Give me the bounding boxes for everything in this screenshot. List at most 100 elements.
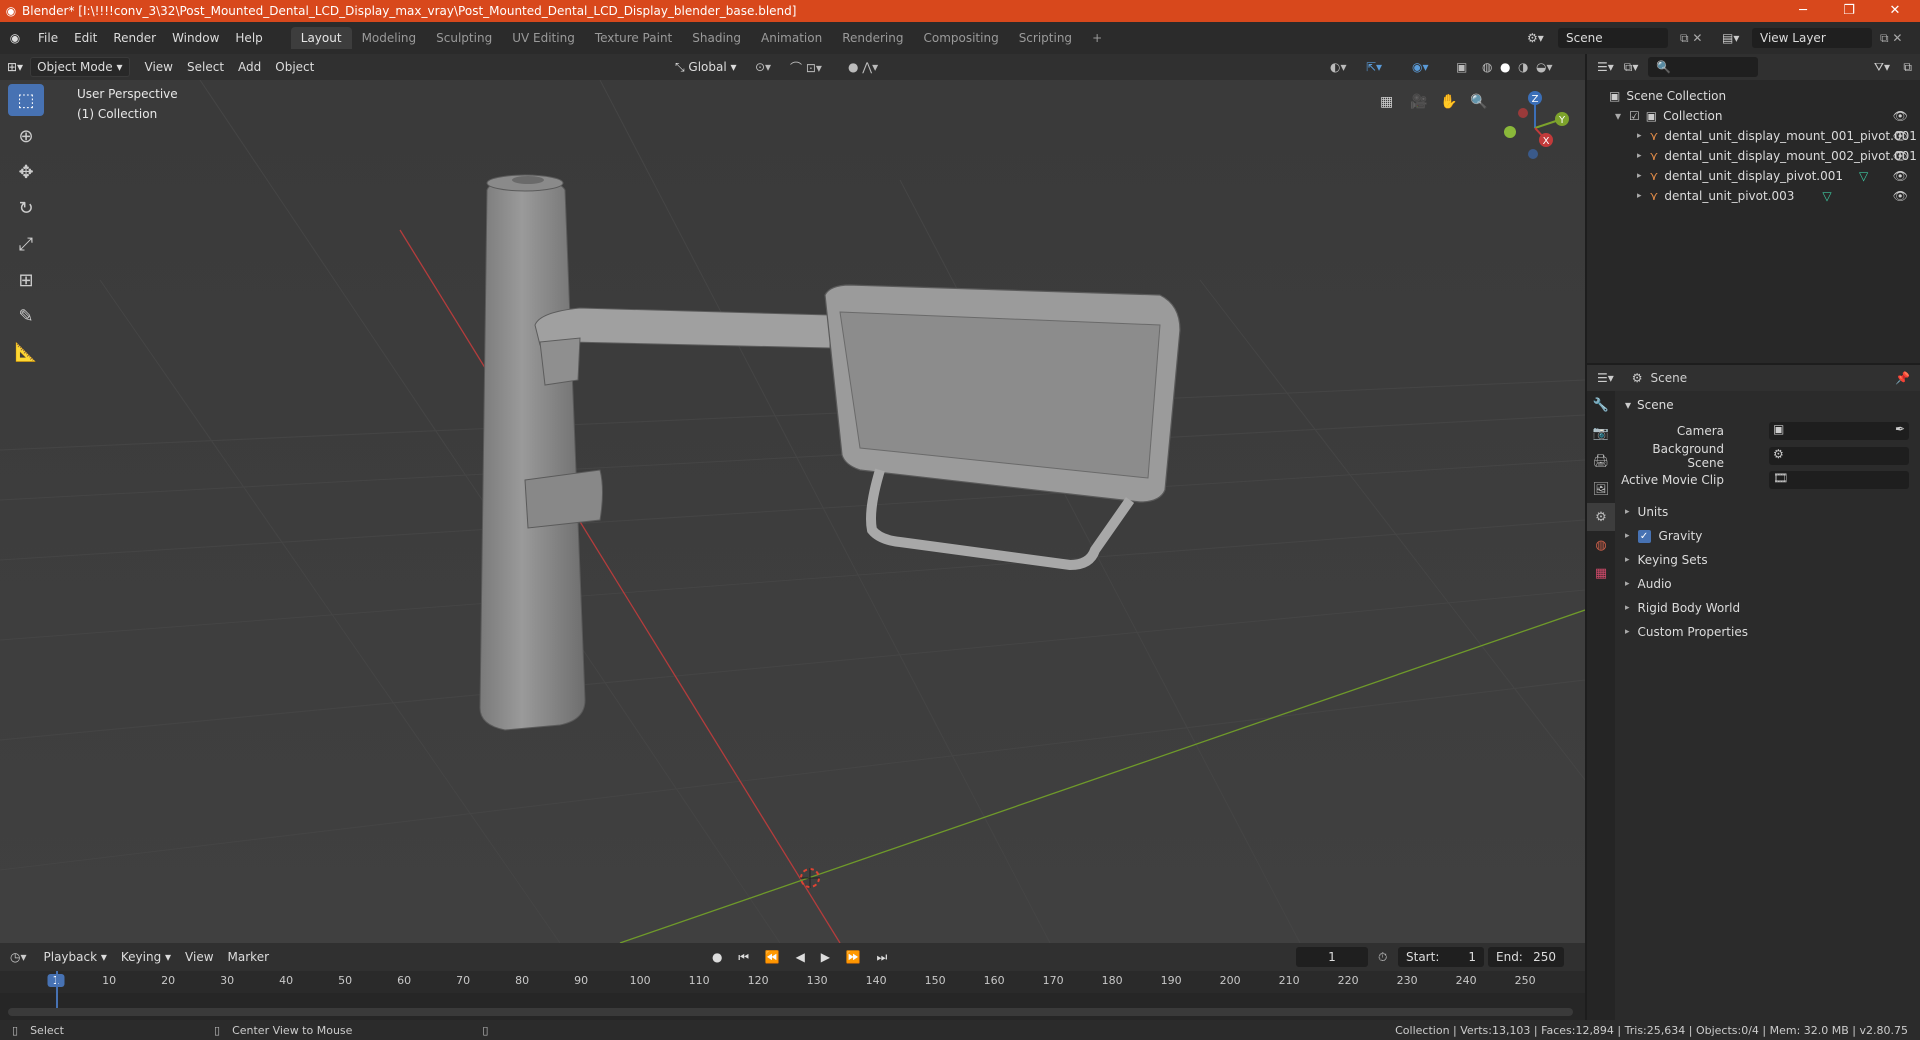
outliner-collection[interactable]: ▾ ☑ ▣ Collection 👁 [1587,106,1920,126]
eye-icon[interactable]: 👁 [1893,106,1908,126]
pivot-icon[interactable]: ⊙▾ [755,60,771,74]
menu-edit[interactable]: Edit [66,31,105,45]
transform-tool-icon[interactable]: ⊞ [8,264,44,296]
new-collection-icon[interactable]: ⧉ [1903,60,1912,75]
background-scene-field[interactable]: ⚙ [1769,447,1909,465]
eye-icon[interactable]: 👁 [1893,186,1908,206]
gravity-panel[interactable]: ▸ ✓ Gravity [1615,525,1920,547]
solid-shading-icon[interactable]: ● [1500,60,1510,74]
end-frame-field[interactable]: End: 250 [1488,947,1564,967]
tab-shading[interactable]: Shading [682,27,751,49]
outliner-item[interactable]: ▸ ⋎ dental_unit_display_mount_002_pivot.… [1587,146,1920,166]
outliner-item[interactable]: ▸ ⋎ dental_unit_pivot.003 ▽ 👁 [1587,186,1920,206]
display-mode-icon[interactable]: ⧉▾ [1624,60,1639,75]
view-layer-icon[interactable]: ▤▾ [1722,31,1739,45]
close-button[interactable]: ✕ [1872,0,1918,22]
camera-view-icon[interactable]: 🎥 [1410,94,1427,110]
zoom-icon[interactable]: 🔍 [1470,94,1487,110]
world-tab-icon[interactable]: ◍ [1587,531,1615,559]
tab-sculpting[interactable]: Sculpting [426,27,502,49]
view-layer-field[interactable]: View Layer [1752,28,1872,48]
expand-icon[interactable]: ▸ [1637,146,1642,166]
move-tool-icon[interactable]: ✥ [8,156,44,188]
menu-select[interactable]: Select [180,58,231,76]
clock-icon[interactable]: ⏱ [1378,950,1387,965]
texture-tab-icon[interactable]: ▦ [1587,559,1615,587]
timeline-editor-icon[interactable]: ◷▾ [10,950,27,964]
grid-view-icon[interactable]: ▦ [1380,94,1393,110]
outliner-scene-collection[interactable]: ▣ Scene Collection [1609,86,1920,106]
custom-properties-panel[interactable]: ▸ Custom Properties [1615,621,1920,643]
transform-orientation-dropdown[interactable]: ⤡ Global ▾ [668,58,744,77]
pan-hand-icon[interactable]: ✋ [1440,94,1457,110]
rendered-shading-icon[interactable]: ◒▾ [1536,60,1553,74]
tab-modeling[interactable]: Modeling [352,27,427,49]
expand-icon[interactable]: ▸ [1637,166,1642,186]
select-box-tool-icon[interactable]: ⬚ [8,84,44,116]
filter-icon[interactable]: ⛛▾ [1874,60,1890,75]
menu-marker[interactable]: Marker [221,948,276,966]
editor-type-icon[interactable]: ⊞▾ [0,58,30,76]
expand-icon[interactable]: ▾ [1615,106,1621,126]
menu-render[interactable]: Render [105,31,164,45]
gravity-checkbox[interactable]: ✓ [1637,529,1651,543]
audio-panel[interactable]: ▸ Audio [1615,573,1920,595]
tab-layout[interactable]: Layout [290,27,352,49]
eye-icon[interactable]: 👁 [1893,166,1908,186]
tab-texture-paint[interactable]: Texture Paint [585,27,682,49]
checkbox-icon[interactable]: ☑ [1629,106,1640,126]
keying-sets-panel[interactable]: ▸ Keying Sets [1615,549,1920,571]
start-frame-field[interactable]: Start: 1 [1398,947,1484,967]
material-shading-icon[interactable]: ◑ [1518,60,1528,74]
tab-scripting[interactable]: Scripting [1009,27,1082,49]
menu-timeline-view[interactable]: View [178,948,220,966]
visibility-icon[interactable]: ◐▾ [1330,60,1347,74]
menu-keying[interactable]: Keying ▾ [114,948,178,966]
tab-compositing[interactable]: Compositing [913,27,1008,49]
outliner-item[interactable]: ▸ ⋎ dental_unit_display_mount_001_pivot.… [1587,126,1920,146]
navigation-gizmo[interactable]: ▦ 🎥 ✋ 🔍 Z Y X [1380,88,1580,168]
active-movie-clip-field[interactable]: 🎞 [1769,471,1909,489]
scene-panel-header[interactable]: ▾ Scene [1615,394,1920,416]
units-panel[interactable]: ▸ Units [1615,501,1920,523]
menu-add[interactable]: Add [231,58,268,76]
frame-ruler[interactable]: 1102030405060708090100110120130140150160… [0,971,1585,993]
current-frame-field[interactable]: 1 [1296,947,1368,967]
timeline-scrollbar[interactable] [8,1008,1573,1016]
outliner-item[interactable]: ▸ ⋎ dental_unit_display_pivot.001 ▽ 👁 [1587,166,1920,186]
outliner-search-input[interactable]: 🔍 [1648,57,1759,77]
view-layer-tab-icon[interactable]: 🖼 [1587,475,1615,503]
scene-tab-icon[interactable]: ⚙ [1587,503,1615,531]
rotate-tool-icon[interactable]: ↻ [8,192,44,224]
playback-controls[interactable]: ● ⏮ ⏪ ◀ ▶ ⏩ ⏭ [712,950,893,965]
expand-icon[interactable]: ▸ [1637,126,1642,146]
render-tab-icon[interactable]: 📷 [1587,419,1615,447]
eyedropper-icon[interactable]: ✒ [1895,422,1905,436]
scene-selector-icon[interactable]: ⚙▾ [1527,31,1544,45]
scale-tool-icon[interactable]: ⤢ [8,228,44,260]
tool-tab-icon[interactable]: 🔧 [1587,391,1615,419]
menu-view[interactable]: View [138,58,180,76]
add-workspace-button[interactable]: + [1082,27,1112,49]
new-view-layer-icon[interactable]: ⧉ ✕ [1880,31,1902,46]
mode-dropdown[interactable]: Object Mode ▾ [30,57,130,77]
camera-field[interactable]: ▣ ✒ [1769,422,1909,440]
rigid-body-world-panel[interactable]: ▸ Rigid Body World [1615,597,1920,619]
menu-object[interactable]: Object [268,58,321,76]
timeline[interactable]: 1102030405060708090100110120130140150160… [0,971,1585,1021]
menu-window[interactable]: Window [164,31,227,45]
proportional-edit-icon[interactable]: ● ⋀▾ [848,60,878,74]
tab-rendering[interactable]: Rendering [832,27,913,49]
overlay-toggle-icon[interactable]: ◉▾ [1412,60,1429,74]
maximize-button[interactable]: ❐ [1826,0,1872,22]
pin-icon[interactable]: 📌 [1895,371,1910,385]
annotate-tool-icon[interactable]: ✎ [8,300,44,332]
blender-menu-icon[interactable]: ◉ [0,31,30,45]
scene-field[interactable]: Scene [1558,28,1668,48]
menu-playback[interactable]: Playback ▾ [37,948,114,966]
eye-icon[interactable]: 👁 [1893,146,1908,166]
tab-uv-editing[interactable]: UV Editing [502,27,585,49]
xray-icon[interactable]: ▣ [1456,60,1467,74]
menu-file[interactable]: File [30,31,66,45]
minimize-button[interactable]: ─ [1780,0,1826,22]
